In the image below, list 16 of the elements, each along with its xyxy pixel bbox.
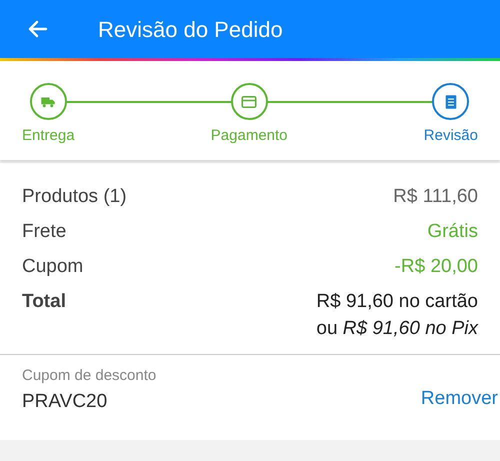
screen-title: Revisão do Pedido	[98, 16, 283, 44]
summary-value: R$ 111,60	[393, 185, 478, 209]
summary-label: Cupom	[22, 255, 84, 279]
coupon-label: Cupom de desconto	[22, 366, 156, 386]
step-label: Pagamento	[210, 126, 288, 146]
total-label: Total	[22, 290, 66, 314]
coupon-code: PRAVC20	[22, 390, 108, 414]
summary-label: Frete	[22, 220, 66, 244]
summary-value: -R$ 20,00	[394, 255, 478, 279]
step-label: Revisão	[424, 126, 478, 146]
remove-coupon-link[interactable]: Remover	[420, 385, 498, 414]
pix-total-note: ou R$ 91,60 no Pix	[316, 317, 478, 341]
total-value: R$ 91,60 no cartão	[316, 290, 478, 314]
step-label: Entrega	[22, 126, 75, 146]
summary-value: Grátis	[427, 220, 478, 244]
summary-label: Produtos (1)	[22, 185, 127, 209]
